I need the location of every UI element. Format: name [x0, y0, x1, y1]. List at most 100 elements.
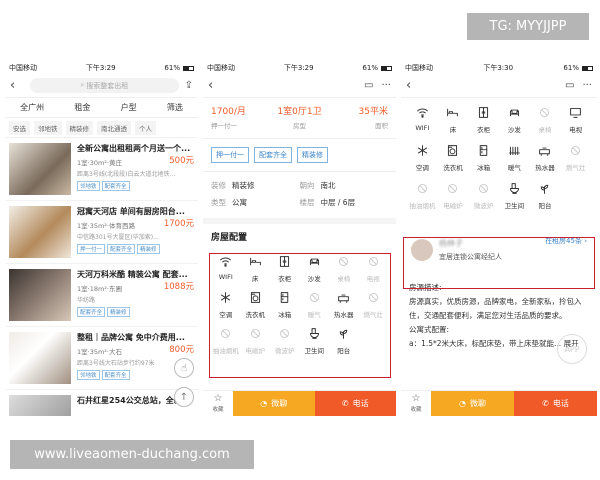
message-icon[interactable]: ▭	[364, 80, 373, 91]
sofa-icon	[508, 106, 521, 121]
chip-2[interactable]: 精装修	[65, 120, 93, 135]
battery-icon	[380, 65, 392, 71]
disabled-icon	[538, 106, 551, 121]
listing-row[interactable]: 天河万科米酷 精装公寓 配套... 1088元 1室·18m²·东圃 华纺路 配套齐全精…	[5, 264, 198, 327]
disabled-icon	[446, 182, 459, 197]
detail-row: 装修 精装修 朝向 南北	[203, 180, 396, 191]
header-stat: 35平米面积	[329, 104, 388, 130]
amenity-label: 阳台	[538, 202, 552, 210]
amenity-item: 热水器	[530, 144, 561, 172]
amenity-label: 空调	[415, 164, 429, 172]
listing-price: 800元	[169, 345, 194, 355]
chip-0[interactable]: 安选	[9, 120, 30, 135]
back-icon[interactable]: ‹	[10, 78, 24, 93]
listing-title: 天河万科米酷 精装公寓 配套...	[77, 270, 188, 279]
listing-title: 整租｜品牌公寓 免中介费用...	[77, 333, 185, 342]
chip-1[interactable]: 邻地铁	[34, 120, 62, 135]
header-stat-label: 面积	[375, 122, 388, 130]
listing-tag: 配套齐全	[77, 307, 106, 317]
more-icon[interactable]: ···	[582, 80, 592, 91]
config-title: 公寓式配置:	[409, 325, 450, 334]
detail-cell: 朝向 南北	[300, 180, 389, 191]
listing-photo[interactable]	[9, 332, 71, 384]
amenity-item: 暖气	[499, 144, 530, 172]
detail-key: 装修	[211, 181, 226, 190]
phone-button[interactable]: ✆ 电话	[514, 391, 597, 416]
gesture-icon[interactable]: ☝	[174, 358, 194, 378]
listing-row[interactable]: 全新公寓出租租两个月送一个... 500元 1室·30m²·黄庄 距离3号线(北段段)…	[5, 138, 198, 201]
favorite-button[interactable]: ☆ 收藏	[203, 391, 233, 416]
chip-4[interactable]: 个人	[135, 120, 156, 135]
bed-icon	[446, 106, 459, 121]
wechat-button[interactable]: ◔ 微聊	[431, 391, 514, 416]
listing-price: 1088元	[163, 282, 194, 292]
feature-tag: 配套齐全	[254, 147, 292, 163]
snowflake-icon	[416, 144, 429, 159]
water-heater-icon	[538, 144, 551, 159]
chip-3[interactable]: 南北通透	[97, 120, 131, 135]
phone-icon: ✆	[542, 399, 549, 408]
amenity-item: 微波炉	[468, 182, 499, 210]
listing-row[interactable]: 冠寓天河店 单间有厨房阳台... 1700元 1室·35m²·体育西路 中信路301号…	[5, 201, 198, 264]
amenity-item: 燃气灶	[560, 144, 591, 172]
listing-tag: 配套齐全	[101, 181, 130, 191]
amenity-label: 床	[449, 126, 457, 134]
amenity-item: 衣柜	[468, 106, 499, 134]
amenity-label: WIFI	[415, 124, 430, 132]
listing-tag: 押一付一	[77, 244, 106, 254]
listing-row[interactable]: 石井红星254公交总站，全新...	[5, 390, 198, 416]
filter-3[interactable]: 筛选	[167, 102, 183, 113]
listing-price: 500元	[169, 156, 194, 166]
amenity-item: 卫生间	[499, 182, 530, 210]
amenity-label: 桌椅	[538, 126, 552, 134]
amenity-label: 沙发	[507, 126, 521, 134]
scroll-top-icon[interactable]: ↑	[174, 387, 194, 407]
battery-text: 61%	[164, 64, 180, 72]
screen-listing-detail: 中国移动 下午3:29 61% ‹ ▭ ··· 1700/月 押一付一 1室0厅1卫房…	[203, 62, 396, 416]
listing-title: 全新公寓出租租两个月送一个...	[77, 144, 191, 153]
share-icon[interactable]: ⇪	[185, 80, 193, 91]
detail-value: 南北	[320, 181, 336, 190]
amenity-item: 空调	[407, 144, 438, 172]
detail-key: 朝向	[299, 181, 315, 190]
listing-distance: 华纺路	[77, 297, 96, 304]
amenity-item: 洗衣机	[438, 144, 469, 172]
watermark-top: TG: MYYJJPP	[467, 13, 589, 40]
listing-info: 天河万科米酷 精装公寓 配套... 1088元 1室·18m²·东圃 华纺路 配套齐全精…	[77, 269, 194, 321]
listing-photo[interactable]	[9, 269, 71, 321]
listing-photo[interactable]	[9, 395, 71, 416]
bottom-bar: ☆ 收藏 ◔ 微聊 ✆ 电话	[203, 390, 396, 416]
header-stat-value: 1700/月	[211, 107, 246, 117]
amenity-item: WIFI	[407, 106, 438, 134]
clock: 下午3:29	[85, 64, 116, 72]
search-input[interactable]: ⌕ 搜索整套出租	[30, 78, 179, 93]
more-icon[interactable]: ···	[381, 80, 391, 91]
message-icon[interactable]: ▭	[565, 80, 574, 91]
disabled-icon	[569, 144, 582, 159]
amenity-label: 冰箱	[477, 164, 491, 172]
wechat-button[interactable]: ◔ 微聊	[233, 391, 315, 416]
back-icon[interactable]: ‹	[406, 78, 420, 93]
listing-photo[interactable]	[9, 206, 71, 258]
listing-info: 整租｜品牌公寓 免中介费用... 800元 1室·35m²·大石 距离3号线大石站步行…	[77, 332, 194, 384]
listing-photo[interactable]	[9, 143, 71, 195]
listing-row[interactable]: 整租｜品牌公寓 免中介费用... 800元 1室·35m²·大石 距离3号线大石站步行…	[5, 327, 198, 390]
filter-2[interactable]: 户型	[121, 102, 137, 113]
header-stat: 1700/月 押一付一	[211, 104, 270, 130]
feature-tag: 押一付一	[211, 147, 249, 163]
screen-listing-detail-scrolled: 中国移动 下午3:30 61% ‹ ▭ ··· WIFI 床 衣柜 沙发 桌椅 电视 空调 洗衣…	[401, 62, 597, 416]
chat-icon: ◔	[260, 399, 268, 408]
detail-cell: 楼层 中层 / 6层	[300, 197, 389, 208]
favorite-button[interactable]: ☆ 收藏	[401, 391, 431, 416]
chat-icon: ◔	[459, 399, 466, 408]
listing-tag: 精装修	[137, 244, 160, 254]
phone-button[interactable]: ✆ 电话	[314, 391, 396, 416]
filter-1[interactable]: 租金	[74, 102, 90, 113]
filter-0[interactable]: 全广州	[20, 102, 44, 113]
amenity-label: 卫生间	[504, 202, 525, 210]
battery-icon	[182, 65, 194, 71]
watermark-bottom: www.liveaomen-duchang.com	[10, 440, 254, 469]
header-stat-value: 35平米	[358, 107, 388, 117]
back-icon[interactable]: ‹	[208, 78, 222, 93]
washer-icon	[446, 144, 459, 159]
